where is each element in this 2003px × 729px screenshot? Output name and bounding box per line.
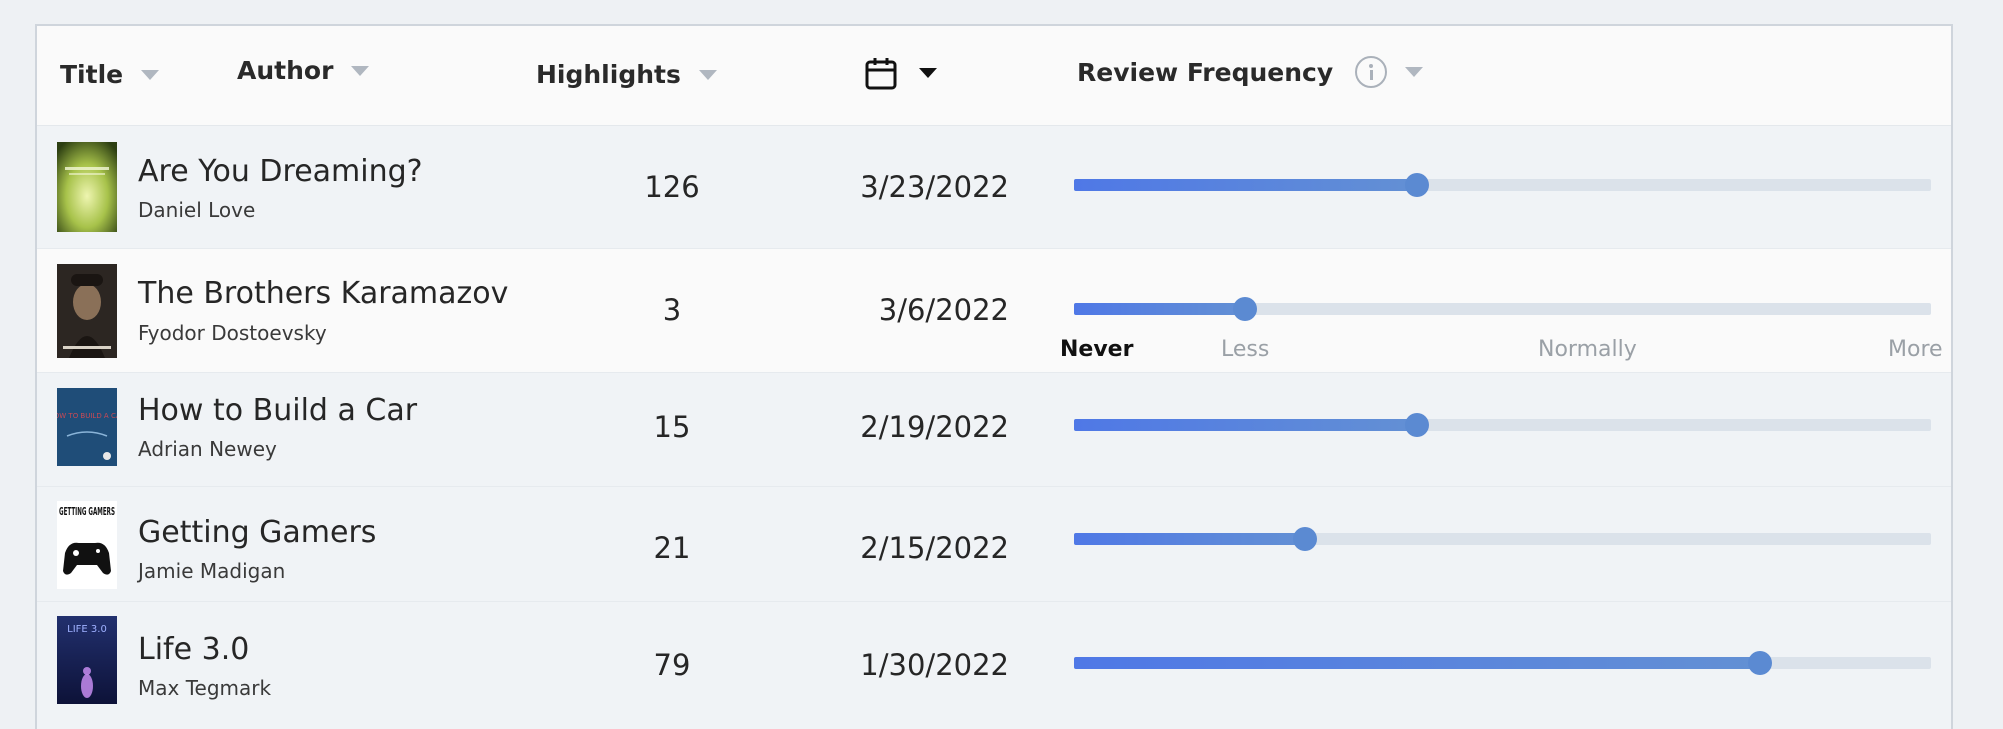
chevron-down-icon[interactable] bbox=[919, 68, 937, 78]
highlight-count: 126 bbox=[644, 170, 700, 204]
review-frequency-column-label: Review Frequency bbox=[1077, 57, 1334, 87]
review-frequency-slider[interactable] bbox=[1074, 297, 1931, 321]
sort-author-header[interactable]: Author bbox=[237, 56, 370, 85]
highlights-column-label: Highlights bbox=[536, 60, 681, 89]
review-frequency-slider[interactable] bbox=[1074, 527, 1931, 551]
slider-handle[interactable] bbox=[1404, 413, 1429, 437]
last-review-date: 3/23/2022 bbox=[860, 170, 1009, 204]
author-column-label: Author bbox=[237, 56, 334, 85]
info-icon[interactable] bbox=[1355, 56, 1388, 88]
sort-date-header[interactable] bbox=[865, 56, 937, 90]
highlight-count: 15 bbox=[653, 410, 691, 444]
highlight-count: 3 bbox=[662, 293, 682, 327]
cover-text: GETTING GAMERS bbox=[59, 505, 115, 518]
book-cover: GETTING GAMERS bbox=[57, 501, 117, 589]
chevron-down-icon[interactable] bbox=[1405, 67, 1424, 77]
book-cover bbox=[57, 264, 117, 358]
book-author: Fyodor Dostoevsky bbox=[138, 321, 327, 345]
cover-text: HOW TO BUILD A CAR bbox=[57, 412, 117, 420]
slider-handle[interactable] bbox=[1747, 651, 1772, 675]
review-frequency-slider[interactable] bbox=[1074, 173, 1931, 197]
sort-review-frequency-header[interactable]: Review Frequency bbox=[1077, 56, 1424, 88]
book-cover bbox=[57, 142, 117, 232]
frequency-option-normally[interactable]: Normally bbox=[1538, 337, 1637, 362]
table-row[interactable]: HOW TO BUILD A CAR How to Build a Car Ad… bbox=[37, 373, 1951, 487]
frequency-option-more[interactable]: More bbox=[1888, 337, 1943, 362]
slider-handle[interactable] bbox=[1233, 297, 1258, 321]
book-title[interactable]: The Brothers Karamazov bbox=[138, 276, 508, 311]
chevron-down-icon[interactable] bbox=[351, 65, 370, 76]
review-frequency-slider[interactable] bbox=[1074, 413, 1931, 437]
table-row[interactable]: LIFE 3.0 Life 3.0 Max Tegmark 79 1/30/20… bbox=[37, 602, 1951, 729]
book-title[interactable]: Getting Gamers bbox=[138, 515, 376, 550]
last-review-date: 2/19/2022 bbox=[860, 410, 1009, 444]
last-review-date: 3/6/2022 bbox=[878, 293, 1009, 327]
slider-fill bbox=[1074, 533, 1306, 545]
slider-fill bbox=[1074, 179, 1417, 191]
book-cover: HOW TO BUILD A CAR bbox=[57, 388, 117, 466]
sort-highlights-header[interactable]: Highlights bbox=[536, 60, 717, 89]
title-column-label: Title bbox=[60, 60, 124, 89]
slider-fill bbox=[1074, 657, 1760, 669]
book-author: Jamie Madigan bbox=[138, 559, 286, 583]
book-title[interactable]: Life 3.0 bbox=[138, 632, 249, 667]
table-row[interactable]: GETTING GAMERS Getting Gamers Jamie Madi… bbox=[37, 487, 1951, 602]
review-frequency-slider[interactable] bbox=[1074, 651, 1931, 675]
highlight-count: 79 bbox=[653, 648, 691, 682]
highlight-count: 21 bbox=[653, 531, 691, 565]
library-table: Title Author Highlights Review Frequency bbox=[35, 24, 1953, 729]
last-review-date: 2/15/2022 bbox=[860, 531, 1009, 565]
last-review-date: 1/30/2022 bbox=[860, 648, 1009, 682]
book-author: Max Tegmark bbox=[138, 676, 272, 700]
slider-fill bbox=[1074, 419, 1417, 431]
book-title[interactable]: How to Build a Car bbox=[138, 393, 417, 428]
cover-text: LIFE 3.0 bbox=[67, 624, 107, 635]
chevron-down-icon[interactable] bbox=[141, 69, 160, 80]
sort-title-header[interactable]: Title bbox=[60, 60, 160, 89]
book-author: Adrian Newey bbox=[138, 437, 277, 461]
slider-handle[interactable] bbox=[1293, 527, 1318, 551]
frequency-option-less[interactable]: Less bbox=[1221, 337, 1269, 362]
table-header: Title Author Highlights Review Frequency bbox=[37, 26, 1951, 126]
slider-fill bbox=[1074, 303, 1246, 315]
book-cover: LIFE 3.0 bbox=[57, 616, 117, 704]
calendar-icon bbox=[865, 58, 897, 90]
frequency-option-never[interactable]: Never bbox=[1060, 337, 1133, 362]
book-title[interactable]: Are You Dreaming? bbox=[138, 154, 423, 189]
book-author: Daniel Love bbox=[138, 198, 256, 222]
table-row[interactable]: Are You Dreaming? Daniel Love 126 3/23/2… bbox=[37, 126, 1951, 249]
chevron-down-icon[interactable] bbox=[698, 69, 717, 80]
slider-handle[interactable] bbox=[1404, 173, 1429, 197]
table-row[interactable]: The Brothers Karamazov Fyodor Dostoevsky… bbox=[37, 249, 1951, 373]
